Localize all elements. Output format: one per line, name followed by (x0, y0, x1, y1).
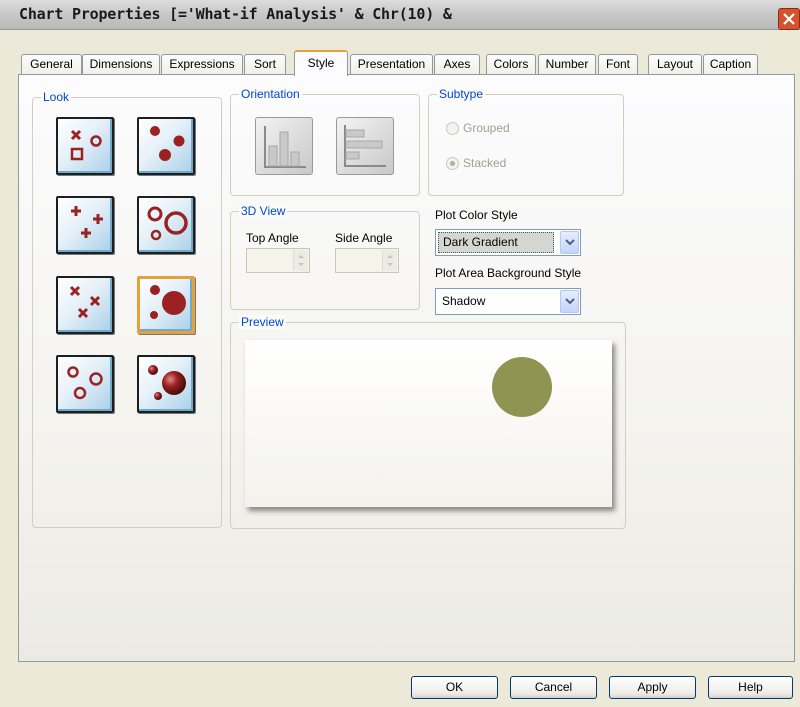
tab-sort[interactable]: Sort (244, 54, 286, 74)
subtype-stacked-radio[interactable]: Stacked (446, 156, 506, 170)
chevron-down-icon (565, 239, 575, 246)
scatter-mixed-symbols-icon (70, 129, 102, 161)
cancel-button[interactable]: Cancel (510, 676, 597, 699)
subtype-label: Subtype (437, 87, 486, 101)
side-angle-stepper[interactable] (335, 248, 399, 273)
look-option-solid-bubbles[interactable] (137, 276, 195, 334)
preview-canvas (245, 340, 612, 507)
preview-bubble-plot (492, 357, 552, 417)
plot-area-bg-select[interactable]: Shadow (435, 288, 581, 315)
tab-font[interactable]: Font (598, 54, 638, 74)
tab-colors[interactable]: Colors (486, 54, 536, 74)
tab-caption[interactable]: Caption (703, 54, 758, 74)
apply-button[interactable]: Apply (609, 676, 696, 699)
scatter-small-rings-icon (67, 366, 103, 400)
look-option-cross[interactable] (56, 276, 114, 334)
tab-expressions[interactable]: Expressions (161, 54, 243, 74)
plot-color-style-value: Dark Gradient (438, 232, 554, 253)
preview-bubble (492, 357, 552, 417)
look-option-small-rings[interactable] (56, 355, 114, 413)
scatter-solid-bubbles-icon (150, 285, 186, 319)
look-option-rings[interactable] (137, 196, 195, 254)
help-button[interactable]: Help (708, 676, 793, 699)
plot-color-style-select[interactable]: Dark Gradient (435, 229, 581, 256)
horizontal-bars-icon (344, 125, 386, 167)
top-angle-stepper[interactable] (246, 248, 310, 273)
plot-area-bg-dropdown[interactable] (560, 290, 579, 313)
stepper-arrows[interactable] (293, 250, 308, 271)
look-label: Look (41, 90, 72, 104)
radio-circle (446, 157, 459, 170)
side-angle-label: Side Angle (335, 231, 393, 245)
tab-general[interactable]: General (21, 54, 82, 74)
tab-style[interactable]: Style (294, 50, 348, 76)
plot-area-bg-value: Shadow (442, 294, 486, 308)
look-option-plus[interactable] (56, 196, 114, 254)
radio-circle (446, 122, 459, 135)
tab-layout[interactable]: Layout (648, 54, 702, 74)
look-option-filled-dots[interactable] (137, 117, 195, 175)
close-icon (783, 13, 795, 25)
orientation-horizontal-button[interactable] (336, 117, 394, 175)
subtype-group: Subtype (428, 87, 624, 196)
3d-view-label: 3D View (239, 204, 288, 218)
orientation-label: Orientation (239, 87, 302, 101)
vertical-bars-icon (264, 126, 306, 168)
top-angle-label: Top Angle (246, 231, 299, 245)
tab-number[interactable]: Number (538, 54, 596, 74)
stepper-arrows-icon (298, 255, 304, 266)
scatter-3d-bubbles-icon (148, 365, 186, 400)
ok-button[interactable]: OK (411, 676, 498, 699)
stepper-arrows-icon (387, 255, 393, 266)
tab-axes[interactable]: Axes (434, 54, 480, 74)
scatter-rings-icon (147, 206, 188, 241)
title-bar: Chart Properties [='What-if Analysis' & … (0, 0, 800, 30)
scatter-filled-dots-icon (150, 126, 185, 161)
plot-color-style-dropdown[interactable] (560, 231, 579, 254)
stepper-arrows[interactable] (382, 250, 397, 271)
subtype-grouped-radio[interactable]: Grouped (446, 121, 510, 135)
plot-area-bg-label: Plot Area Background Style (435, 266, 582, 280)
scatter-cross-icon (69, 285, 101, 319)
look-option-mixed-symbols[interactable] (56, 117, 114, 175)
window-title: Chart Properties [='What-if Analysis' & … (19, 5, 452, 23)
look-option-3d-bubbles[interactable] (137, 355, 195, 413)
plot-color-style-label: Plot Color Style (435, 208, 518, 222)
tab-dimensions[interactable]: Dimensions (82, 54, 160, 74)
chevron-down-icon (565, 298, 575, 305)
close-button[interactable] (778, 8, 800, 30)
scatter-plus-icon (71, 206, 103, 238)
preview-label: Preview (239, 315, 286, 329)
orientation-vertical-button[interactable] (255, 117, 313, 175)
tab-presentation[interactable]: Presentation (350, 54, 433, 74)
